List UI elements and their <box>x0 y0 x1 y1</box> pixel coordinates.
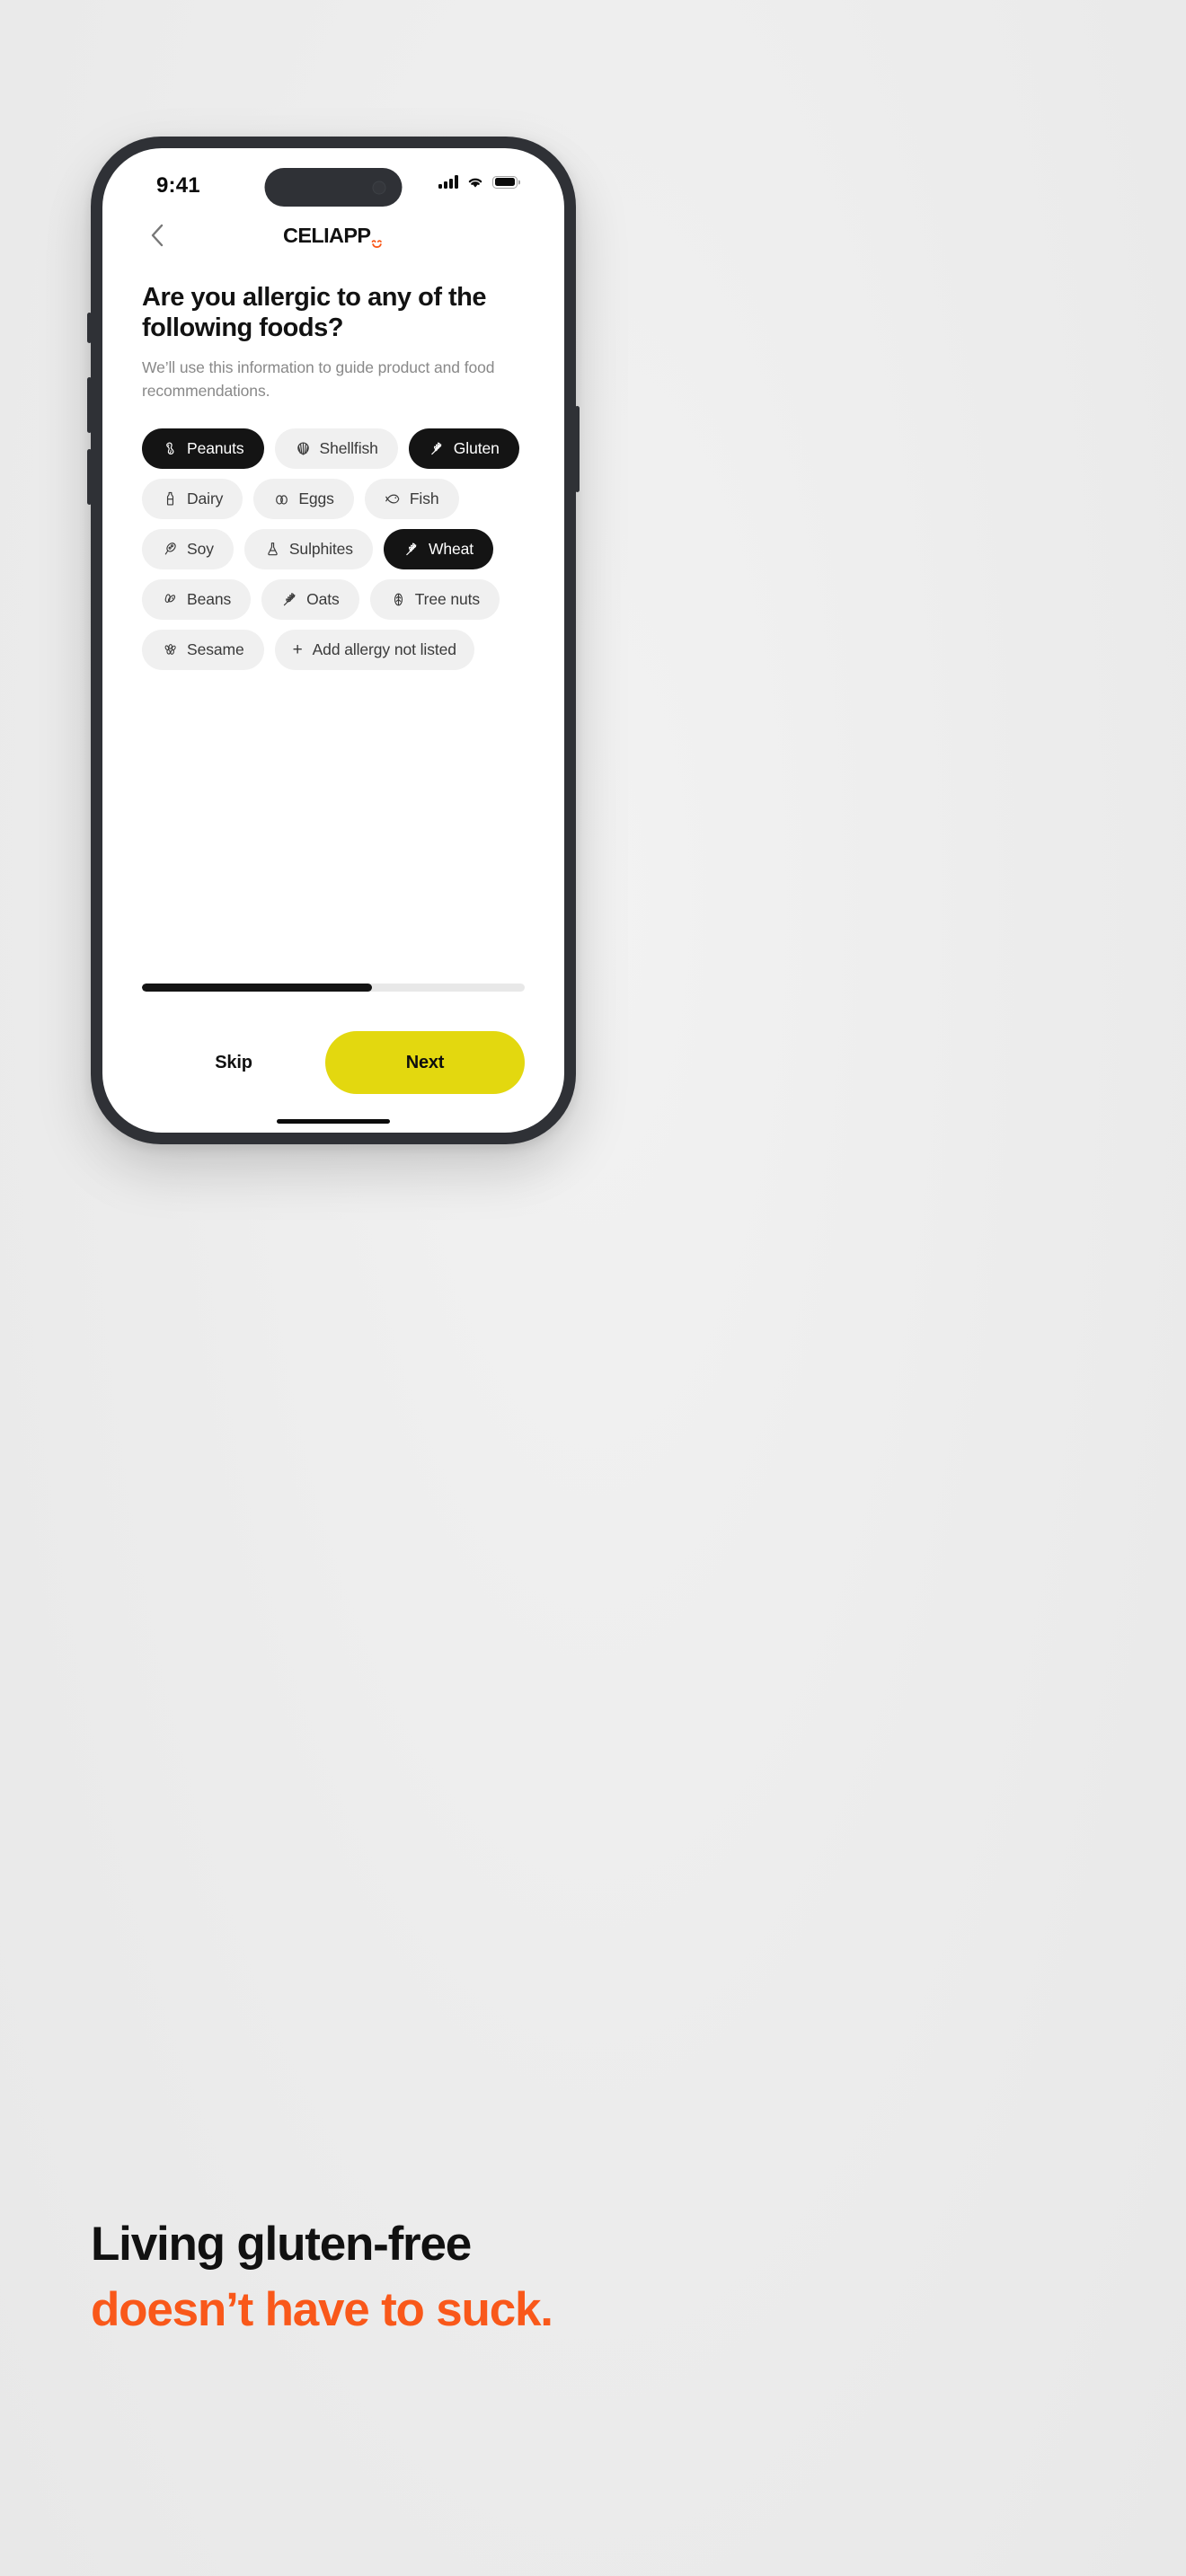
allergy-chip-shellfish[interactable]: Shellfish <box>274 428 398 470</box>
allergy-chip-wheat[interactable]: Wheat <box>383 529 494 570</box>
dynamic-island <box>264 168 403 207</box>
skip-button[interactable]: Skip <box>142 1033 325 1093</box>
status-time: 9:41 <box>156 173 200 198</box>
allergy-chip-gluten[interactable]: Gluten <box>408 428 519 470</box>
home-indicator[interactable] <box>277 1119 390 1124</box>
app-logo: CELIAPP <box>283 223 382 248</box>
milk-bottle-icon <box>162 490 179 507</box>
cellular-bars-icon <box>438 175 458 189</box>
wifi-icon <box>468 178 482 188</box>
allergy-chip-label: Shellfish <box>319 439 378 458</box>
tagline-line-1: Living gluten-free <box>91 2218 472 2271</box>
eggs-icon <box>273 490 290 507</box>
phone-screen: 9:41 CELIAPP Are you allergic to any of … <box>102 148 564 1133</box>
progress-bar-fill <box>142 984 372 992</box>
page-title: Are you allergic to any of the following… <box>142 283 487 342</box>
marketing-tagline: Living gluten-free doesn’t have to suck. <box>91 2218 1097 2337</box>
fish-icon <box>385 490 402 507</box>
wheat-icon <box>403 541 420 558</box>
allergy-chip-label: Sulphites <box>288 540 353 559</box>
peanut-icon <box>162 440 179 457</box>
allergy-chip-label: Soy <box>187 540 214 559</box>
allergy-chip-eggs[interactable]: Eggs <box>253 479 354 520</box>
phone-mockup: 9:41 CELIAPP Are you allergic to any of … <box>87 137 580 1144</box>
bottom-bar: Skip Next <box>102 984 564 1133</box>
app-navbar: CELIAPP <box>102 207 564 263</box>
allergy-chip-label: Sesame <box>187 640 244 659</box>
silent-switch[interactable] <box>87 313 92 343</box>
logo-wordmark: CELIAPP <box>283 223 371 247</box>
action-row: Skip Next <box>142 1031 525 1094</box>
status-indicators <box>438 175 518 189</box>
treenut-icon <box>390 591 407 608</box>
allergy-chip-sesame[interactable]: Sesame <box>142 630 264 671</box>
allergy-chip-soy[interactable]: Soy <box>142 529 234 570</box>
allergy-chip-label: Dairy <box>187 490 224 508</box>
soy-pod-icon <box>162 541 179 558</box>
battery-full-icon <box>492 175 518 189</box>
power-button[interactable] <box>575 406 580 492</box>
front-camera-icon <box>372 181 386 194</box>
smile-icon <box>371 239 382 248</box>
chevron-left-icon <box>151 224 164 247</box>
allergy-chip-tree-nuts[interactable]: Tree nuts <box>369 579 500 621</box>
allergy-chip-label: Wheat <box>428 540 474 559</box>
progress-bar <box>142 984 525 992</box>
allergy-chip-dairy[interactable]: Dairy <box>142 479 243 520</box>
allergy-chip-group: Peanuts Shellfish Gluten Dairy Eggs Fish Soy Su… <box>142 428 525 671</box>
allergy-chip-label: Peanuts <box>187 439 244 458</box>
allergy-chip-label: Beans <box>187 590 232 609</box>
allergy-chip-beans[interactable]: Beans <box>142 579 252 621</box>
wheat-icon <box>429 440 446 457</box>
allergy-chip-oats[interactable]: Oats <box>261 579 359 621</box>
oats-icon <box>281 591 298 608</box>
beans-icon <box>162 591 179 608</box>
allergy-chip-label: Fish <box>409 490 439 508</box>
back-button[interactable] <box>142 220 173 251</box>
allergy-chip-label: Gluten <box>453 439 500 458</box>
allergy-chip-label: Oats <box>306 590 340 609</box>
flask-icon <box>264 541 281 558</box>
add-allergy-button[interactable]: + Add allergy not listed <box>274 630 474 671</box>
plus-icon: + <box>292 640 303 660</box>
next-button[interactable]: Next <box>325 1031 525 1094</box>
sesame-icon <box>162 641 179 658</box>
status-bar: 9:41 <box>102 148 564 207</box>
allergy-chip-sulphites[interactable]: Sulphites <box>243 529 373 570</box>
question-content: Are you allergic to any of the following… <box>102 283 564 671</box>
volume-up-button[interactable] <box>87 377 92 433</box>
add-allergy-label: Add allergy not listed <box>312 640 456 659</box>
page-subtitle: We’ll use this information to guide prod… <box>142 358 495 401</box>
allergy-chip-peanuts[interactable]: Peanuts <box>142 428 264 470</box>
allergy-chip-label: Eggs <box>298 490 334 508</box>
tagline-line-2: doesn’t have to suck. <box>91 2283 553 2337</box>
volume-down-button[interactable] <box>87 449 92 505</box>
allergy-chip-fish[interactable]: Fish <box>364 479 459 520</box>
allergy-chip-label: Tree nuts <box>414 590 481 609</box>
shell-icon <box>295 440 312 457</box>
